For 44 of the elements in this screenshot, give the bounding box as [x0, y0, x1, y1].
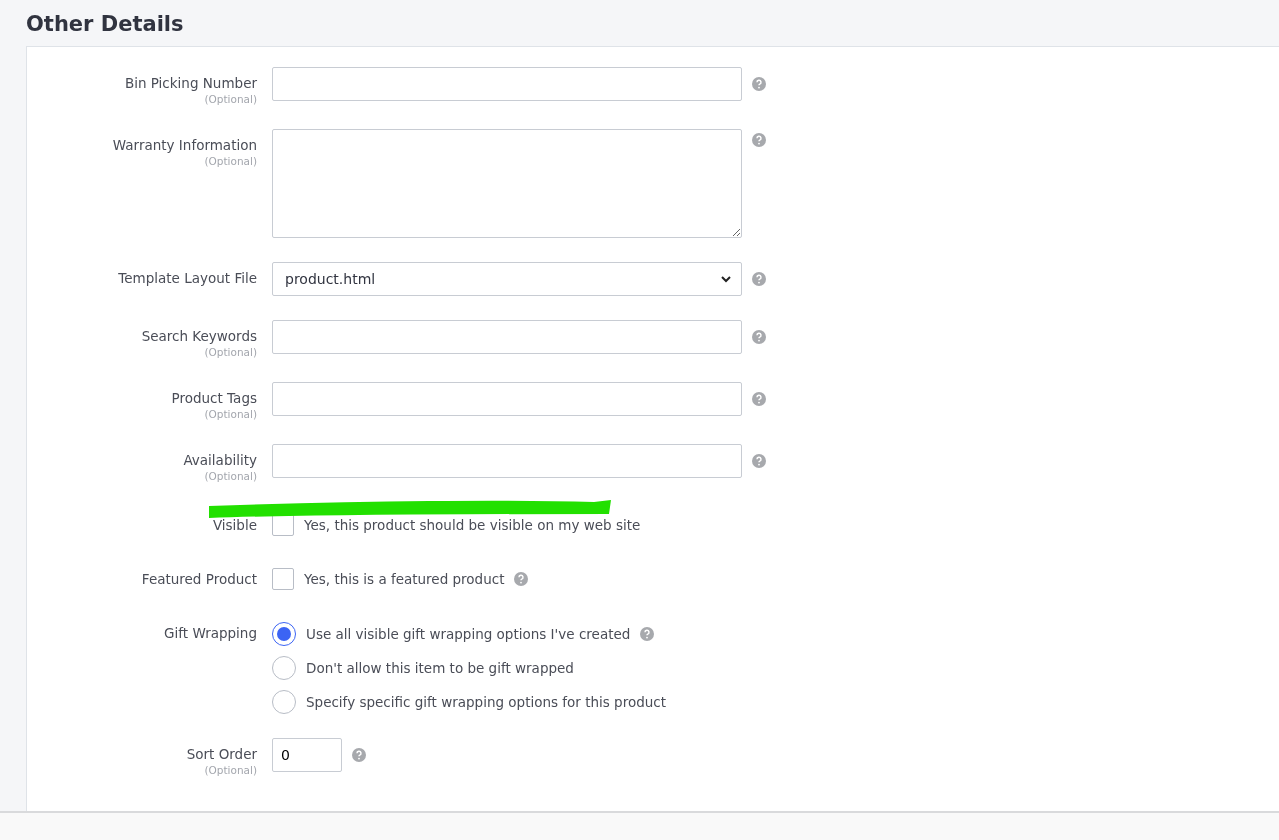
optional-note: (Optional) — [204, 346, 257, 358]
help-icon[interactable] — [352, 748, 366, 762]
field-label: Search Keywords — [141, 328, 257, 344]
checkbox[interactable] — [272, 514, 294, 536]
optional-note: (Optional) — [204, 408, 257, 420]
field-label: Availability — [183, 452, 257, 468]
help-icon[interactable] — [752, 77, 766, 91]
text-field[interactable] — [272, 67, 742, 101]
optional-note: (Optional) — [204, 764, 257, 776]
help-icon[interactable] — [752, 454, 766, 468]
optional-note: (Optional) — [204, 470, 257, 482]
radio-button[interactable] — [272, 656, 296, 680]
optional-note: (Optional) — [204, 155, 257, 167]
text-area[interactable] — [272, 129, 742, 238]
field-label: Sort Order — [186, 746, 257, 762]
text-field[interactable] — [272, 382, 742, 416]
text-field[interactable] — [272, 320, 742, 354]
field-label: Gift Wrapping — [164, 625, 257, 641]
radio-label: Don't allow this item to be gift wrapped — [306, 660, 574, 676]
help-icon[interactable] — [752, 392, 766, 406]
number-field[interactable]: 0 — [272, 738, 342, 772]
text-field[interactable] — [272, 444, 742, 478]
checkbox-label: Yes, this product should be visible on my web site — [304, 517, 641, 533]
field-label: Featured Product — [141, 571, 257, 587]
field-label: Template Layout File — [118, 270, 257, 286]
field-label: Bin Picking Number — [124, 75, 257, 91]
caret-icon — [721, 275, 731, 283]
help-icon[interactable] — [752, 272, 766, 286]
help-icon[interactable] — [752, 330, 766, 344]
help-icon[interactable] — [752, 133, 766, 147]
radio-label: Specify specific gift wrapping options for this product — [306, 694, 667, 710]
checkbox[interactable] — [272, 568, 294, 590]
field-label: Visible — [212, 517, 257, 533]
section-title: Other Details — [26, 12, 184, 36]
field-label: Product Tags — [171, 390, 257, 406]
optional-note: (Optional) — [204, 93, 257, 105]
radio-label: Use all visible gift wrapping options I've created — [306, 626, 631, 642]
help-icon[interactable] — [514, 572, 529, 586]
radio-button[interactable] — [272, 690, 296, 714]
help-icon[interactable] — [640, 627, 655, 641]
radio-button[interactable] — [272, 622, 296, 646]
field-label: Warranty Information — [112, 137, 257, 153]
select-field[interactable]: product.html — [272, 262, 742, 296]
checkbox-label: Yes, this is a featured product — [304, 571, 505, 587]
